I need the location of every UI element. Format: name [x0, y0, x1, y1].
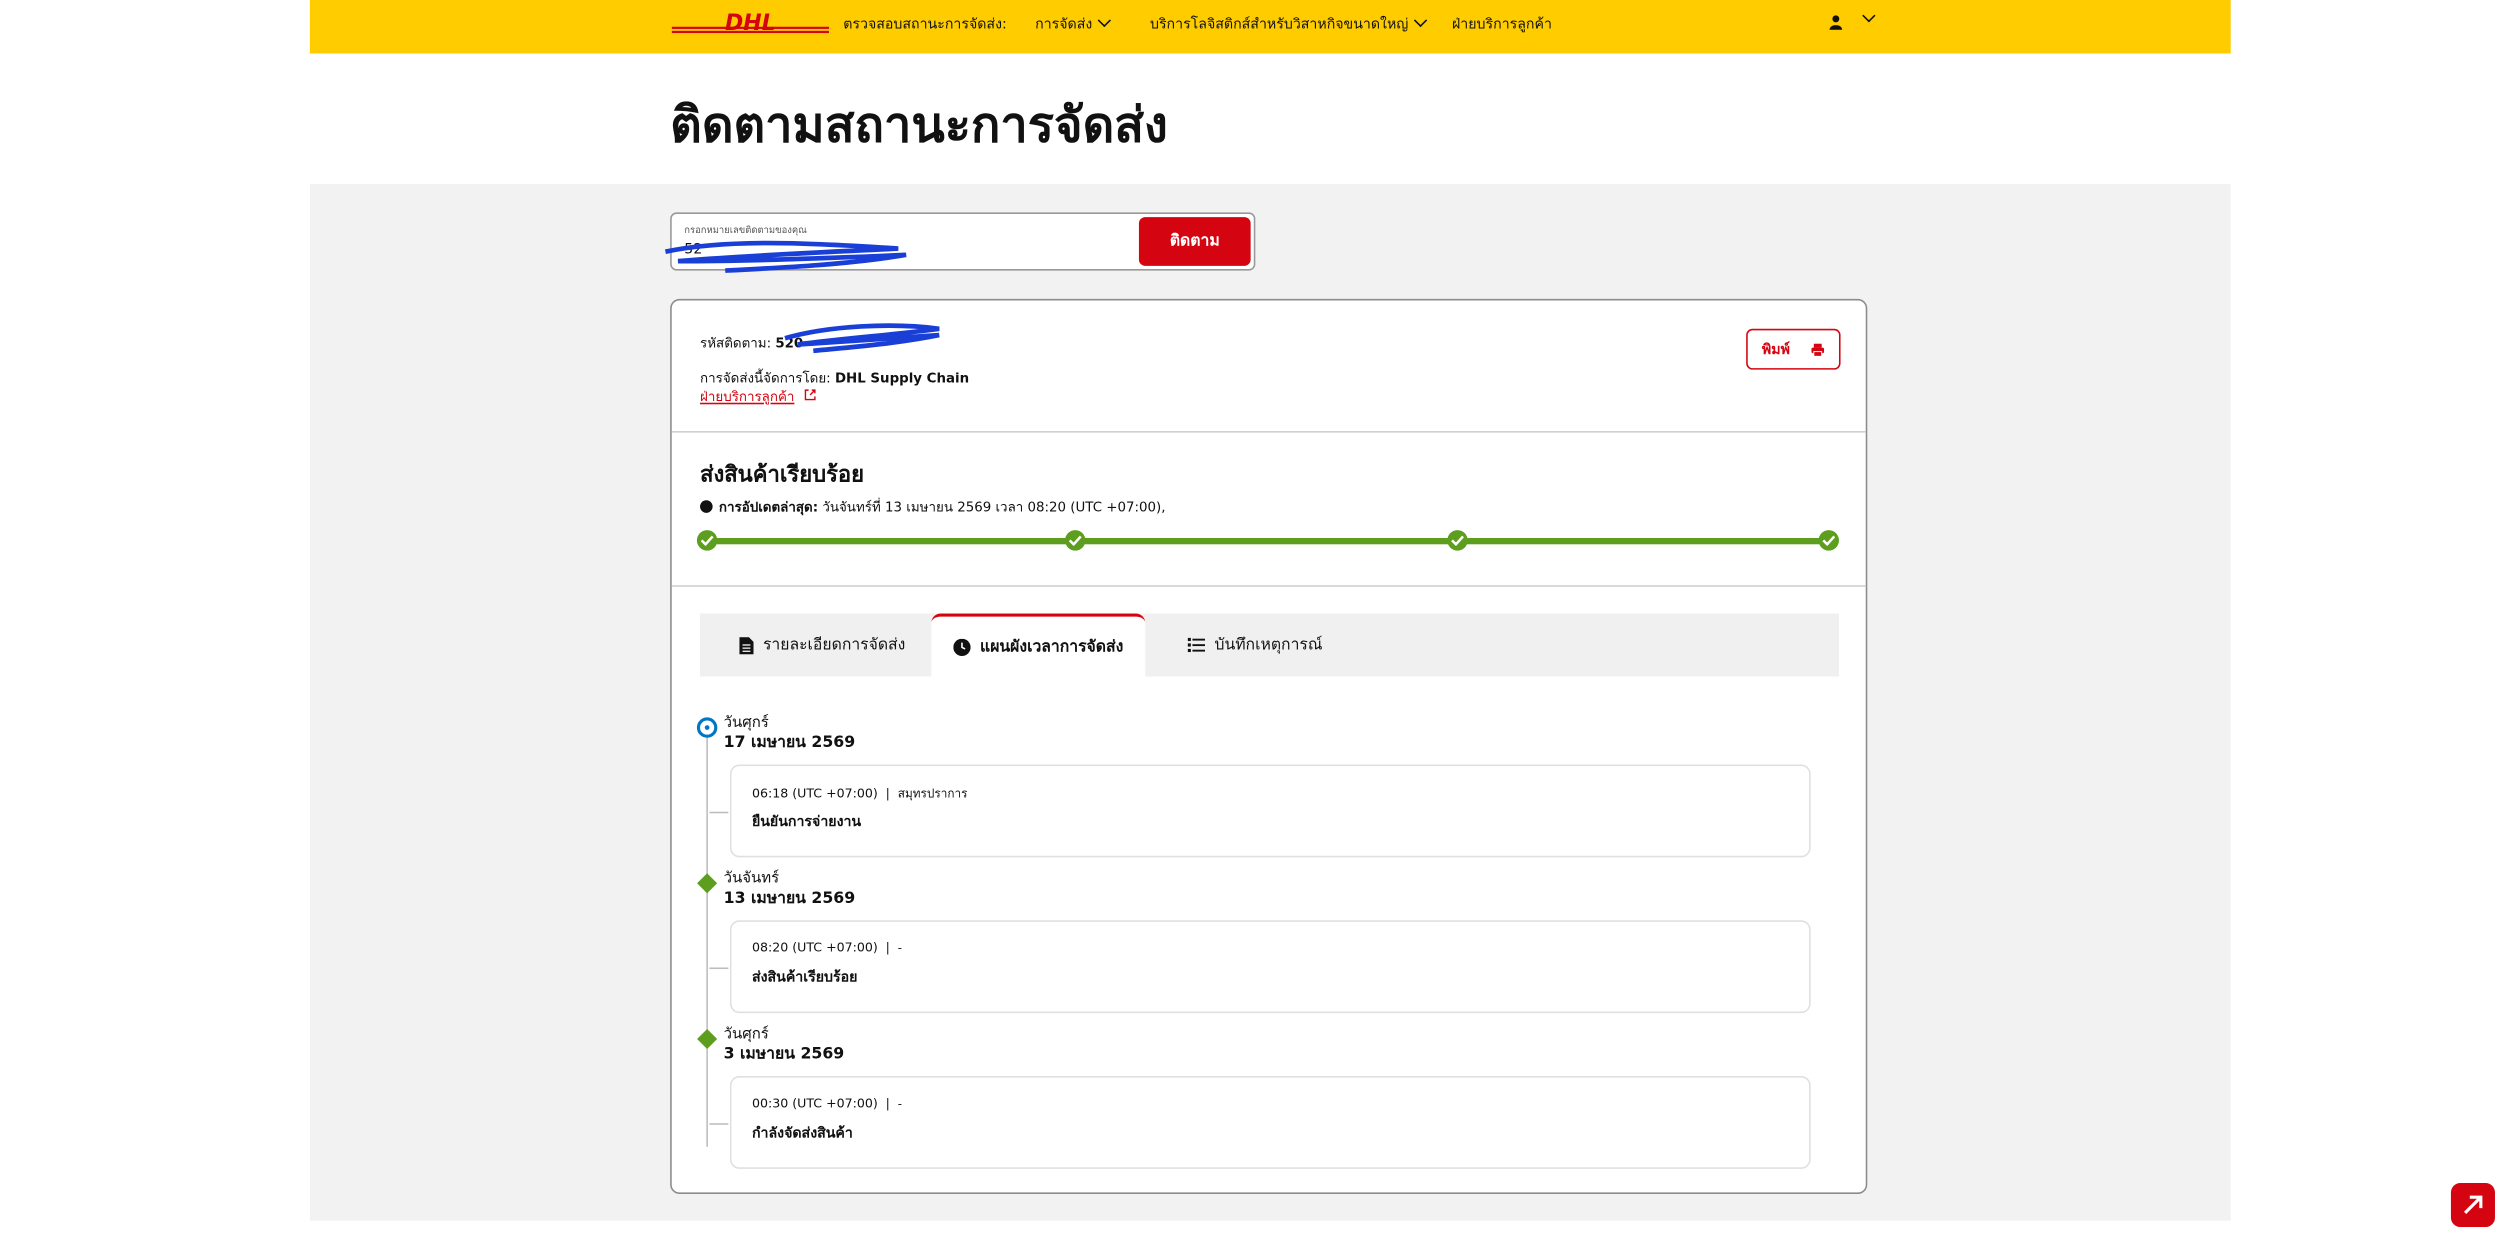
- document-icon: [739, 636, 754, 654]
- list-icon: [1187, 637, 1206, 653]
- last-update-row: การอัปเดตล่าสุด: วันจันทร์ที่ 13 เมษายน …: [700, 496, 1165, 518]
- event-time: 06:18 (UTC +07:00): [751, 786, 878, 801]
- tracking-input-label: กรอกหมายเลขติดตามของคุณ: [684, 224, 807, 236]
- event-separator: |: [885, 786, 890, 801]
- page-title: ติดตามสถานะการจัดส่ง: [670, 97, 1168, 155]
- arrow-up-right-icon: [2463, 1195, 2483, 1214]
- progress-step-2: [1065, 530, 1086, 551]
- nav-track-shipment[interactable]: ตรวจสอบสถานะการจัดส่ง:: [843, 13, 1007, 35]
- progress-step-4: [1818, 530, 1839, 551]
- section-divider: [671, 585, 1866, 587]
- tracking-input[interactable]: [684, 239, 1125, 262]
- event-title: กำลังจัดส่งสินค้า: [751, 1126, 853, 1143]
- timeline-event-card: 08:20 (UTC +07:00) | - ส่งสินค้าเรียบร้อย: [729, 920, 1811, 1014]
- event-separator: |: [885, 1096, 890, 1111]
- progress-step-3: [1447, 530, 1468, 551]
- dhl-logo[interactable]: DHL: [671, 13, 830, 35]
- check-icon: [1822, 535, 1836, 546]
- timeline-line: [706, 722, 708, 1147]
- check-icon: [1451, 535, 1464, 546]
- progress-step-1: [696, 530, 718, 551]
- printer-icon: [1811, 343, 1825, 357]
- timeline-event-card: 00:30 (UTC +07:00) | - กำลังจัดส่งสินค้า: [729, 1076, 1811, 1169]
- event-meta: 00:30 (UTC +07:00) | -: [752, 1096, 902, 1110]
- last-update-value: วันจันทร์ที่ 13 เมษายน 2569 เวลา 08:20 (…: [822, 500, 1166, 516]
- site-header: DHL ตรวจสอบสถานะการจัดส่ง: การจัดส่ง บริ…: [309, 0, 2231, 54]
- event-title: ส่งสินค้าเรียบร้อย: [751, 970, 858, 987]
- tab-label: แผนผังเวลาการจัดส่ง: [980, 637, 1124, 656]
- timeline-marker-current: [696, 717, 718, 738]
- timeline-event-card: 06:18 (UTC +07:00) | สมุทรปราการ ยืนยันการ…: [729, 764, 1811, 858]
- tracking-search: กรอกหมายเลขติดตามของคุณ ติดตาม: [664, 212, 1256, 273]
- check-icon: [1068, 535, 1082, 546]
- customer-service-link-text: ฝ่ายบริการลูกค้า: [700, 390, 795, 406]
- clock-icon: [700, 500, 713, 513]
- tab-event-log[interactable]: บันทึกเหตุการณ์: [1166, 614, 1345, 677]
- shipment-card: รหัสติดตาม: 520 การจัดส่งนี้จัดการโดย: D…: [670, 298, 1868, 1195]
- tracking-id-row: รหัสติดตาม: 520: [700, 332, 803, 354]
- section-divider: [671, 431, 1866, 433]
- clock-icon: [953, 637, 971, 656]
- timeline-marker-done: [697, 1029, 718, 1050]
- chevron-down-icon: [1862, 9, 1876, 23]
- progress-bar: [706, 538, 1830, 545]
- nav-shipping-label: การจัดส่ง: [1035, 17, 1093, 34]
- nav-enterprise-label: บริการโลจิสติกส์สำหรับวิสาหกิจขนาดใหญ่: [1149, 17, 1409, 34]
- check-icon: [700, 535, 714, 546]
- event-time: 00:30 (UTC +07:00): [751, 1096, 878, 1111]
- track-button[interactable]: ติดตาม: [1138, 217, 1251, 266]
- timeline-date: 3 เมษายน 2569: [723, 1046, 845, 1064]
- svg-text:DHL: DHL: [725, 13, 776, 35]
- page-frame: DHL ตรวจสอบสถานะการจัดส่ง: การจัดส่ง บริ…: [309, 0, 2231, 1221]
- tab-timeline[interactable]: แผนผังเวลาการจัดส่ง: [931, 613, 1146, 677]
- tab-label: รายละเอียดการจัดส่ง: [762, 636, 906, 654]
- page: DHL ตรวจสอบสถานะการจัดส่ง: การจัดส่ง บริ…: [0, 0, 2517, 1249]
- timeline-connector: [709, 811, 729, 814]
- chevron-down-icon: [1414, 13, 1428, 28]
- last-update-label: การอัปเดตล่าสุด:: [718, 500, 819, 516]
- tracking-id-value: 520: [775, 336, 804, 353]
- nav-shipping[interactable]: การจัดส่ง: [1035, 13, 1112, 35]
- tab-shipment-details[interactable]: รายละเอียดการจัดส่ง: [717, 614, 927, 677]
- customer-service-link[interactable]: ฝ่ายบริการลูกค้า: [700, 385, 816, 407]
- tab-label: บันทึกเหตุการณ์: [1214, 636, 1323, 654]
- handled-by-value: DHL Supply Chain: [834, 371, 970, 387]
- redaction-scribble: [784, 323, 940, 354]
- delivery-status-title: ส่งสินค้าเรียบร้อย: [700, 462, 865, 488]
- user-icon[interactable]: [1828, 14, 1844, 30]
- event-time: 08:20 (UTC +07:00): [751, 940, 878, 955]
- event-location: -: [897, 940, 903, 955]
- chevron-down-icon: [1098, 13, 1112, 28]
- external-link-icon: [804, 389, 816, 401]
- event-separator: |: [885, 940, 890, 955]
- timeline-connector: [709, 1123, 729, 1125]
- nav-enterprise-logistics[interactable]: บริการโลจิสติกส์สำหรับวิสาหกิจขนาดใหญ่: [1149, 13, 1428, 35]
- event-title: ยืนยันการจ่ายงาน: [751, 814, 862, 831]
- details-tabs: รายละเอียดการจัดส่ง แผนผังเวลาการจัดส่ง …: [700, 613, 1839, 677]
- event-location: -: [897, 1096, 903, 1111]
- print-button[interactable]: พิมพ์: [1746, 328, 1841, 370]
- timeline-connector: [709, 967, 729, 970]
- timeline-date: 13 เมษายน 2569: [723, 890, 856, 908]
- event-meta: 06:18 (UTC +07:00) | สมุทรปราการ: [752, 785, 967, 804]
- user-menu-chevron[interactable]: [1856, 9, 1876, 29]
- timeline-date: 17 เมษายน 2569: [723, 734, 856, 752]
- nav-customer-service[interactable]: ฝ่ายบริการลูกค้า: [1452, 13, 1552, 35]
- event-meta: 08:20 (UTC +07:00) | -: [752, 941, 902, 955]
- back-to-top-button[interactable]: [2450, 1182, 2495, 1228]
- event-location: สมุทรปราการ: [897, 786, 968, 801]
- timeline-marker-done: [697, 873, 718, 894]
- print-button-label: พิมพ์: [1761, 342, 1790, 359]
- tracking-id-label: รหัสติดตาม:: [700, 336, 772, 353]
